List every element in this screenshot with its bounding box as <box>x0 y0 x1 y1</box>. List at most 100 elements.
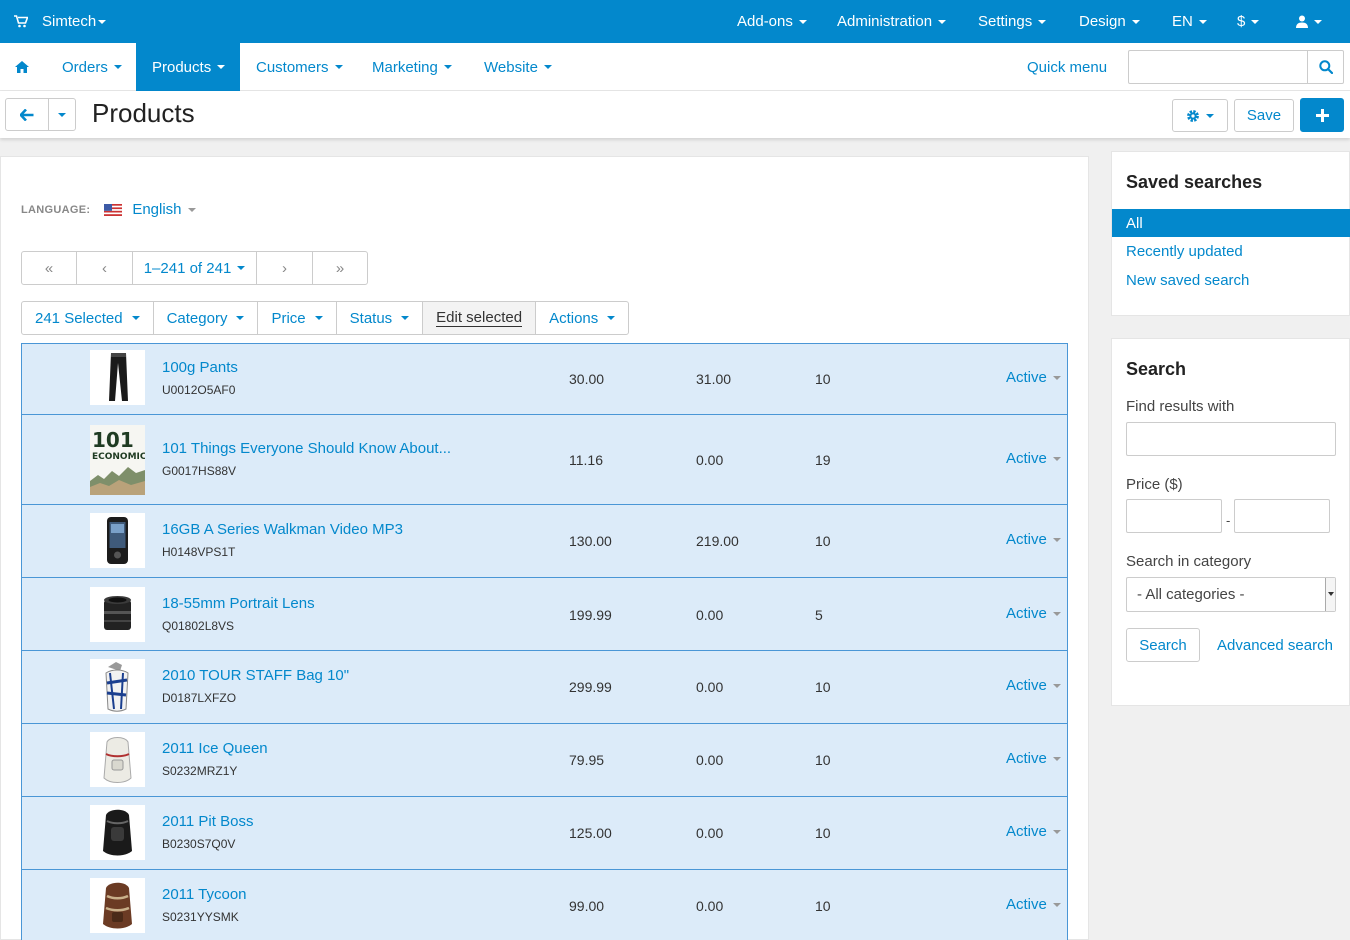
advanced-search-link[interactable]: Advanced search <box>1217 637 1333 654</box>
product-thumbnail[interactable] <box>90 659 145 714</box>
price-to-input[interactable] <box>1234 499 1330 533</box>
menu-currency[interactable]: $ <box>1237 0 1260 43</box>
saved-search-all[interactable]: All <box>1112 209 1350 237</box>
language-dropdown[interactable]: English <box>132 201 196 218</box>
product-price[interactable]: 299.99 <box>569 679 612 695</box>
category-select[interactable]: - All categories - <box>1126 577 1336 612</box>
product-price[interactable]: 125.00 <box>569 825 612 841</box>
menu-design[interactable]: Design <box>1079 0 1140 43</box>
page-first-button[interactable]: « <box>22 252 77 284</box>
product-name-link[interactable]: 101 Things Everyone Should Know About... <box>162 440 451 457</box>
product-list-price[interactable]: 219.00 <box>696 533 739 549</box>
status-filter[interactable]: Status <box>337 302 424 334</box>
category-filter[interactable]: Category <box>154 302 259 334</box>
product-list-price[interactable]: 0.00 <box>696 679 723 695</box>
status-dropdown[interactable]: Active <box>1006 369 1061 386</box>
product-thumbnail[interactable] <box>90 587 145 642</box>
price-from-input[interactable] <box>1126 499 1222 533</box>
history-dropdown-button[interactable] <box>48 98 76 131</box>
find-results-input[interactable] <box>1126 422 1336 456</box>
product-name-link[interactable]: 2011 Pit Boss <box>162 813 253 830</box>
product-thumbnail[interactable] <box>90 513 145 568</box>
product-quantity[interactable]: 10 <box>815 679 831 695</box>
home-button[interactable] <box>15 43 29 91</box>
product-price[interactable]: 11.16 <box>569 452 603 468</box>
add-product-button[interactable] <box>1300 98 1344 132</box>
status-dropdown[interactable]: Active <box>1006 450 1061 467</box>
edit-selected-button[interactable]: Edit selected <box>423 302 537 334</box>
product-thumbnail[interactable] <box>90 878 145 933</box>
back-button[interactable] <box>5 98 49 131</box>
product-price[interactable]: 130.00 <box>569 533 612 549</box>
page-next-button[interactable]: › <box>257 252 313 284</box>
product-quantity[interactable]: 19 <box>815 452 831 468</box>
menu-addons[interactable]: Add-ons <box>737 0 807 43</box>
product-name-link[interactable]: 100g Pants <box>162 359 238 376</box>
nav-products[interactable]: Products <box>136 43 240 91</box>
table-row[interactable]: 2011 Ice Queen S0232MRZ1Y 79.95 0.00 10 … <box>21 723 1068 797</box>
status-dropdown[interactable]: Active <box>1006 605 1061 622</box>
product-thumbnail[interactable]: 101ECONOMICS <box>90 425 145 495</box>
product-quantity[interactable]: 10 <box>815 898 831 914</box>
menu-user[interactable] <box>1296 0 1322 43</box>
nav-website[interactable]: Website <box>484 43 552 91</box>
status-dropdown[interactable]: Active <box>1006 677 1061 694</box>
menu-administration[interactable]: Administration <box>837 0 947 43</box>
product-thumbnail[interactable] <box>90 805 145 860</box>
product-quantity[interactable]: 5 <box>815 607 823 623</box>
status-dropdown[interactable]: Active <box>1006 750 1061 767</box>
product-price[interactable]: 79.95 <box>569 752 604 768</box>
selected-dropdown[interactable]: 241 Selected <box>22 302 154 334</box>
new-saved-search-link[interactable]: New saved search <box>1112 266 1350 294</box>
menu-language[interactable]: EN <box>1172 0 1207 43</box>
saved-search-recently-updated[interactable]: Recently updated <box>1112 237 1350 265</box>
global-search-input[interactable] <box>1129 51 1305 83</box>
nav-customers[interactable]: Customers <box>256 43 343 91</box>
status-dropdown[interactable]: Active <box>1006 823 1061 840</box>
menu-settings[interactable]: Settings <box>978 0 1047 43</box>
product-name-link[interactable]: 2011 Tycoon <box>162 886 247 903</box>
product-name-link[interactable]: 2011 Ice Queen <box>162 740 268 757</box>
product-name-link[interactable]: 18-55mm Portrait Lens <box>162 595 315 612</box>
table-row[interactable]: 2011 Tycoon S0231YYSMK 99.00 0.00 10 Act… <box>21 869 1068 940</box>
product-list-price[interactable]: 0.00 <box>696 752 723 768</box>
page-range-dropdown[interactable]: 1–241 of 241 <box>133 252 257 284</box>
table-row[interactable]: 2011 Pit Boss B0230S7Q0V 125.00 0.00 10 … <box>21 796 1068 870</box>
page-prev-button[interactable]: ‹ <box>77 252 133 284</box>
product-list-price[interactable]: 31.00 <box>696 371 731 387</box>
actions-dropdown[interactable]: Actions <box>536 302 628 334</box>
product-quantity[interactable]: 10 <box>815 752 831 768</box>
table-row[interactable]: 101ECONOMICS 101 Things Everyone Should … <box>21 414 1068 505</box>
price-filter[interactable]: Price <box>258 302 337 334</box>
table-row[interactable]: 100g Pants U0012O5AF0 30.00 31.00 10 Act… <box>21 343 1068 415</box>
global-search-button[interactable] <box>1307 51 1343 83</box>
product-list-price[interactable]: 0.00 <box>696 898 723 914</box>
product-list-price[interactable]: 0.00 <box>696 825 723 841</box>
settings-dropdown-button[interactable] <box>1172 99 1228 132</box>
product-quantity[interactable]: 10 <box>815 371 831 387</box>
store-switcher[interactable]: Simtech <box>14 0 107 43</box>
save-button[interactable]: Save <box>1234 99 1294 132</box>
status-dropdown[interactable]: Active <box>1006 531 1061 548</box>
product-list-price[interactable]: 0.00 <box>696 607 723 623</box>
product-quantity[interactable]: 10 <box>815 533 831 549</box>
table-row[interactable]: 16GB A Series Walkman Video MP3 H0148VPS… <box>21 504 1068 578</box>
search-button[interactable]: Search <box>1126 628 1200 662</box>
status-dropdown[interactable]: Active <box>1006 896 1061 913</box>
product-name-link[interactable]: 2010 TOUR STAFF Bag 10" <box>162 667 349 684</box>
quick-menu-link[interactable]: Quick menu <box>1027 43 1107 91</box>
page-prev-label: ‹ <box>102 259 107 277</box>
nav-marketing[interactable]: Marketing <box>372 43 452 91</box>
product-name-link[interactable]: 16GB A Series Walkman Video MP3 <box>162 521 403 538</box>
nav-orders[interactable]: Orders <box>46 43 138 91</box>
product-thumbnail[interactable] <box>90 350 145 405</box>
product-price[interactable]: 199.99 <box>569 607 612 623</box>
product-price[interactable]: 30.00 <box>569 371 604 387</box>
table-row[interactable]: 18-55mm Portrait Lens Q01802L8VS 199.99 … <box>21 577 1068 651</box>
product-quantity[interactable]: 10 <box>815 825 831 841</box>
product-list-price[interactable]: 0.00 <box>696 452 723 468</box>
table-row[interactable]: 2010 TOUR STAFF Bag 10" D0187LXFZO 299.9… <box>21 650 1068 724</box>
product-thumbnail[interactable] <box>90 732 145 787</box>
product-price[interactable]: 99.00 <box>569 898 604 914</box>
page-last-button[interactable]: » <box>313 252 367 284</box>
